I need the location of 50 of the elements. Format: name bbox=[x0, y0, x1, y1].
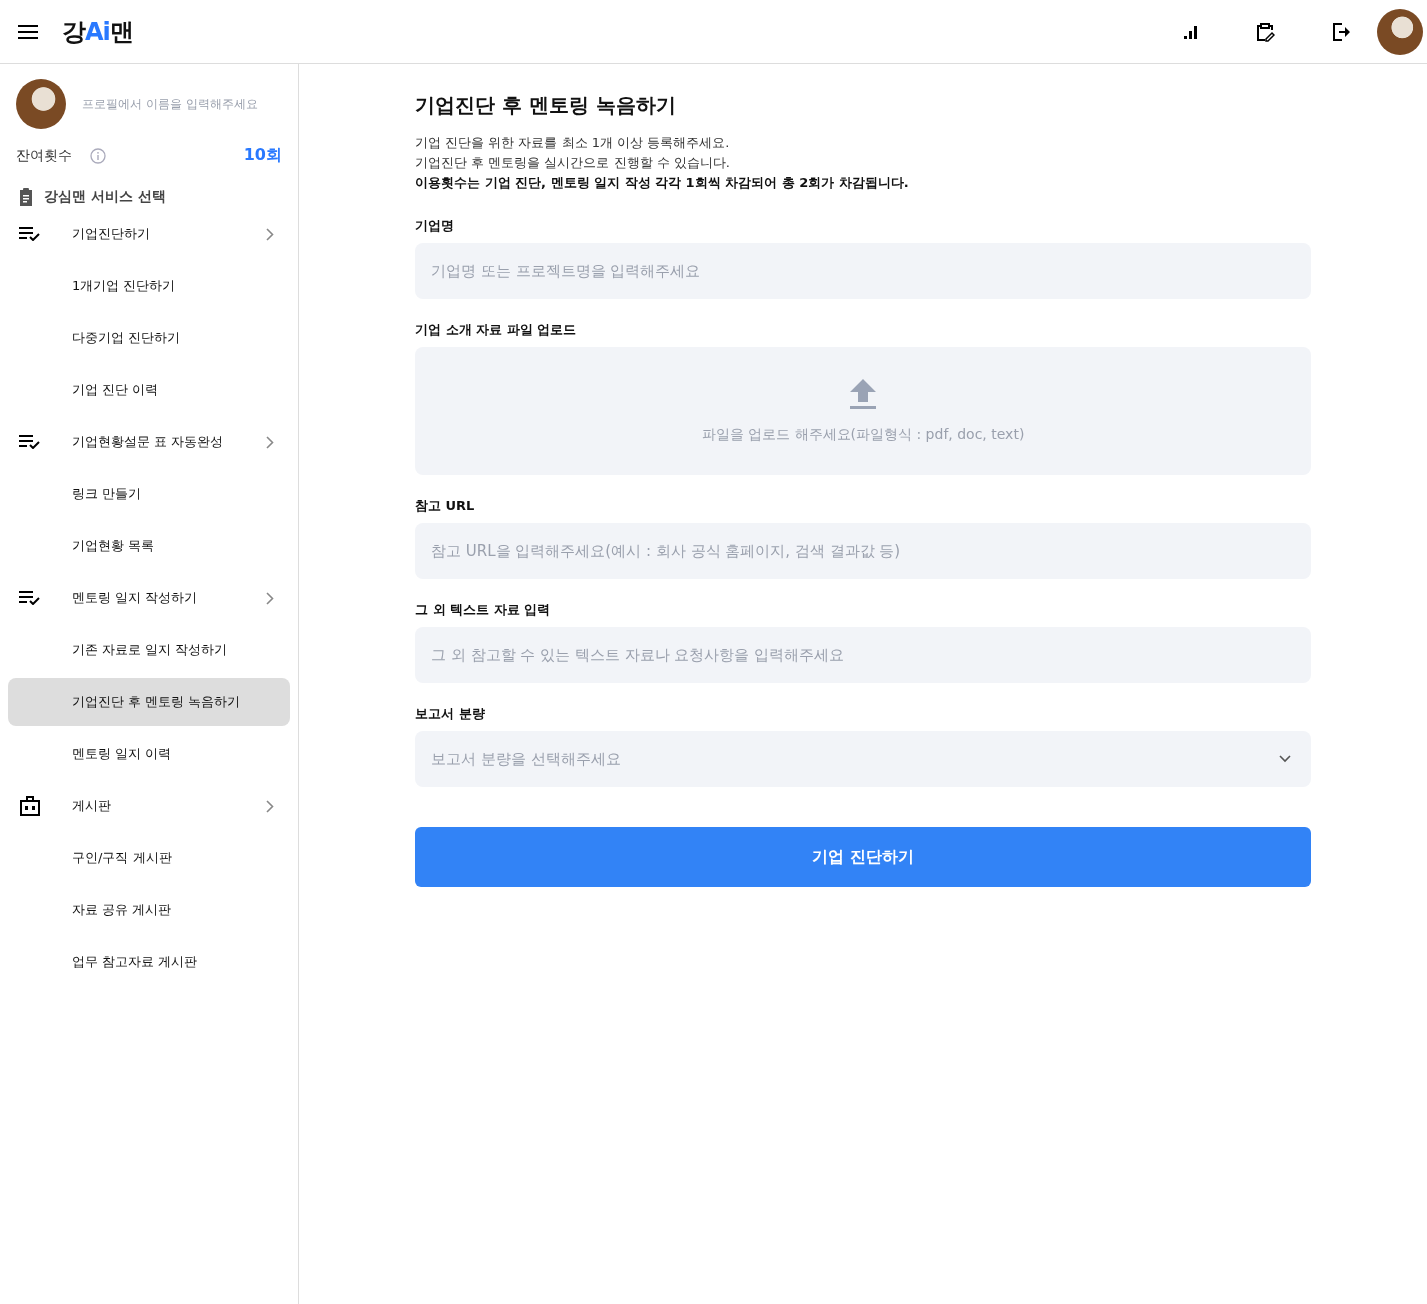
remaining-label: 잔여횟수 bbox=[16, 146, 72, 165]
chevron-down-icon bbox=[1279, 755, 1291, 763]
menu-item[interactable]: 업무 참고자료 게시판 bbox=[8, 938, 290, 986]
submit-button[interactable]: 기업 진단하기 bbox=[415, 827, 1311, 887]
menu-icon[interactable] bbox=[18, 24, 38, 39]
menu-item[interactable]: 기업 진단 이력 bbox=[8, 366, 290, 414]
bar-chart-icon[interactable] bbox=[1183, 23, 1199, 40]
menu-item[interactable]: 1개기업 진단하기 bbox=[8, 262, 290, 310]
menu-group[interactable]: 기업현황설문 표 자동완성 bbox=[8, 418, 290, 466]
menu-group[interactable]: 멘토링 일지 작성하기 bbox=[8, 574, 290, 622]
field-label: 기업 소개 자료 파일 업로드 bbox=[415, 321, 578, 339]
section-title: 강심맨 서비스 선택 bbox=[44, 188, 166, 206]
menu-item[interactable]: 멘토링 일지 이력 bbox=[8, 730, 290, 778]
description-text: 기업 진단을 위한 자료를 최소 1개 이상 등록해주세요. bbox=[415, 134, 731, 152]
field-label: 보고서 분량 bbox=[415, 705, 486, 723]
menu-item[interactable]: 기업현황 목록 bbox=[8, 522, 290, 570]
notice-text: 이용횟수는 기업 진단, 멘토링 일지 작성 각각 1회씩 차감되어 총 2회가 차감됩니다. bbox=[415, 174, 910, 192]
menu-group[interactable]: 기업진단하기 bbox=[8, 210, 290, 258]
checklist-icon bbox=[18, 227, 42, 241]
clipboard-icon bbox=[18, 188, 34, 206]
upload-icon bbox=[849, 378, 877, 410]
input-field[interactable]: 참고 URL을 입력해주세요(예시 : 회사 공식 홈페이지, 검색 결과값 등) bbox=[415, 523, 1311, 579]
menu-item[interactable]: 기존 자료로 일지 작성하기 bbox=[8, 626, 290, 674]
chevron-right-icon bbox=[266, 591, 274, 605]
logo[interactable]: 강Ai맨 bbox=[62, 15, 133, 48]
avatar[interactable] bbox=[1377, 8, 1423, 55]
chevron-right-icon bbox=[266, 435, 274, 449]
field-label: 참고 URL bbox=[415, 497, 476, 515]
checklist-icon bbox=[18, 591, 42, 605]
description-text: 기업진단 후 멘토링을 실시간으로 진행할 수 있습니다. bbox=[415, 154, 731, 172]
menu-group[interactable]: 게시판 bbox=[8, 782, 290, 830]
menu-item[interactable]: 다중기업 진단하기 bbox=[8, 314, 290, 362]
chevron-right-icon bbox=[266, 799, 274, 813]
clipboard-pencil-icon[interactable] bbox=[1255, 21, 1275, 42]
remaining-count: 10회 bbox=[243, 145, 282, 166]
input-field[interactable]: 그 외 참고할 수 있는 텍스트 자료나 요청사항을 입력해주세요 bbox=[415, 627, 1311, 683]
menu-item[interactable]: 구인/구직 게시판 bbox=[8, 834, 290, 882]
field-label: 그 외 텍스트 자료 입력 bbox=[415, 601, 552, 619]
field-label: 기업명 bbox=[415, 217, 455, 235]
checklist-icon bbox=[18, 435, 42, 449]
building-icon bbox=[18, 796, 42, 816]
menu-item[interactable]: 기업진단 후 멘토링 녹음하기 bbox=[8, 678, 290, 726]
avatar bbox=[16, 79, 66, 129]
profile-name-prompt: 프로필에서 이름을 입력해주세요 bbox=[82, 95, 258, 113]
logout-icon[interactable] bbox=[1331, 21, 1351, 42]
chevron-right-icon bbox=[266, 227, 274, 241]
menu-item[interactable]: 자료 공유 게시판 bbox=[8, 886, 290, 934]
page-title: 기업진단 후 멘토링 녹음하기 bbox=[415, 92, 677, 119]
menu-item[interactable]: 링크 만들기 bbox=[8, 470, 290, 518]
input-field[interactable]: 기업명 또는 프로젝트명을 입력해주세요 bbox=[415, 243, 1311, 299]
